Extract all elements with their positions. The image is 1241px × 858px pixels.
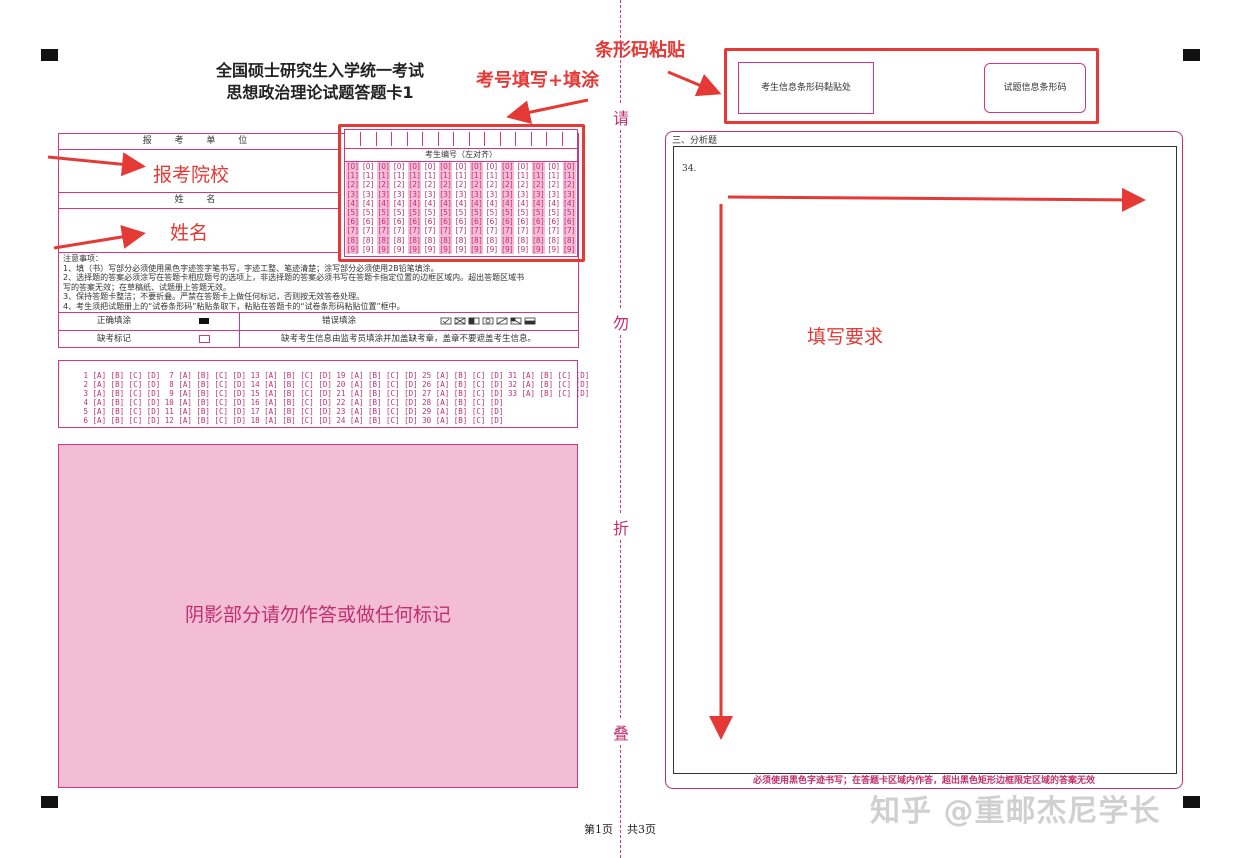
exam-barcode-slot[interactable]: 试题信息条形码 (984, 63, 1086, 113)
mcq-row[interactable]: 3 [A] [B] [C] [D] 9 [A] [B] [C] [D] 15 [… (79, 389, 590, 398)
multiple-choice-area[interactable]: 1 [A] [B] [C] [D] 7 [A] [B] [C] [D] 13 [… (58, 360, 589, 428)
arrow-exam-id (506, 98, 589, 125)
question-number: 34. (682, 164, 697, 174)
page-footer: 第1页 共3页 (584, 823, 656, 836)
fold-char: 折 (610, 515, 632, 539)
fold-char: 请 (610, 105, 632, 129)
watermark: 知乎 @重邮杰尼学长 (870, 794, 1161, 829)
candidate-barcode-slot[interactable]: 考生信息条形码黏贴处 (738, 62, 874, 114)
arrow-name (53, 225, 146, 250)
shaded-warning: 阴影部分请勿作答或做任何标记 (184, 604, 451, 626)
answer-footnote: 必须使用黑色字迹书写；在答题卡区域内作答，超出黑色矩形边框限定区域的答案无效 (752, 776, 1095, 786)
answer-box[interactable]: 34. (673, 146, 1177, 774)
fold-char: 叠 (610, 720, 632, 744)
mcq-row[interactable]: 5 [A] [B] [C] [D] 11 [A] [B] [C] [D] 17 … (79, 407, 504, 416)
arrow-barcode (667, 70, 722, 97)
mcq-row[interactable]: 4 [A] [B] [C] [D] 10 [A] [B] [C] [D] 16 … (79, 398, 504, 407)
mcq-row[interactable]: 1 [A] [B] [C] [D] 7 [A] [B] [C] [D] 13 [… (79, 371, 590, 380)
analysis-title: 三、分析题 (672, 136, 718, 146)
fold-char: 勿 (610, 310, 632, 334)
mcq-row[interactable]: 6 [A] [B] [C] [D] 12 [A] [B] [C] [D] 18 … (79, 416, 504, 425)
shaded-area: 阴影部分请勿作答或做任何标记 (58, 444, 578, 788)
analysis-section: 三、分析题 34. 必须使用黑色字迹书写；在答题卡区域内作答，超出黑色矩形边框限… (665, 131, 1183, 789)
arrow-school (47, 152, 146, 177)
mcq-row[interactable]: 2 [A] [B] [C] [D] 8 [A] [B] [C] [D] 14 [… (79, 380, 590, 389)
